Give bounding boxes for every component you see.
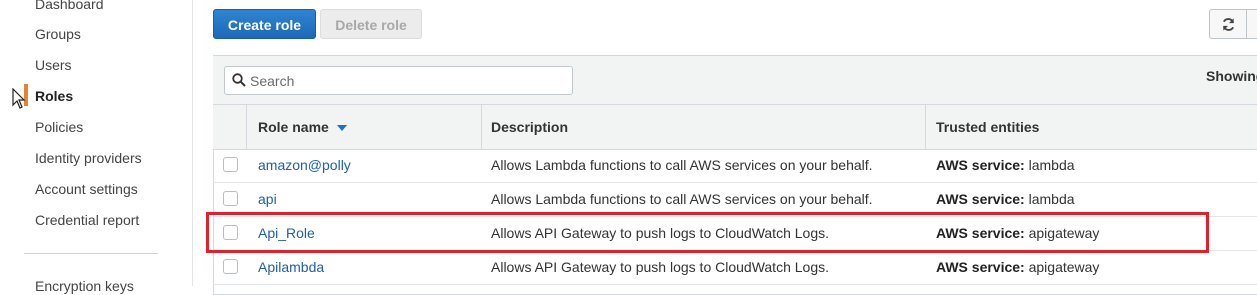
sidebar-nav: Dashboard Groups Users Roles Policies Id… (0, 0, 193, 294)
showing-count-label: Showing (1206, 68, 1257, 84)
role-name-link[interactable]: Apilambda (258, 251, 324, 284)
trusted-entity-value: lambda (1028, 191, 1075, 207)
sidebar-item-credential-report[interactable]: Credential report (35, 212, 139, 228)
sidebar-divider (24, 253, 158, 254)
trusted-entity-prefix: AWS service: (936, 259, 1025, 275)
column-divider (246, 105, 247, 149)
sidebar-item-roles[interactable]: Roles (35, 88, 73, 104)
role-description: Allows Lambda functions to call AWS serv… (491, 157, 873, 173)
column-header-trusted-entities[interactable]: Trusted entities (936, 105, 1039, 149)
settings-button[interactable] (1247, 9, 1257, 39)
create-role-button[interactable]: Create role (213, 9, 316, 39)
sidebar-item-identity-providers[interactable]: Identity providers (35, 150, 142, 166)
row-checkbox[interactable] (223, 157, 238, 172)
table-filter-bar: Showing (213, 56, 1257, 105)
row-checkbox[interactable] (223, 259, 238, 274)
table-row[interactable]: Apilambda Allows API Gateway to push log… (213, 251, 1257, 285)
trusted-entity-value: apigateway (1028, 225, 1100, 241)
row-checkbox[interactable] (223, 191, 238, 206)
sidebar-item-encryption-keys[interactable]: Encryption keys (35, 278, 134, 294)
column-divider (481, 105, 482, 149)
column-header-role-name-label: Role name (258, 119, 329, 135)
column-header-description[interactable]: Description (491, 105, 568, 149)
column-divider (925, 105, 926, 149)
refresh-button[interactable] (1209, 9, 1247, 39)
sidebar-item-users[interactable]: Users (35, 57, 72, 73)
trusted-entity-prefix: AWS service: (936, 225, 1025, 241)
table-header: Role name Description Trusted entities (213, 105, 1257, 150)
delete-role-button[interactable]: Delete role (320, 9, 422, 39)
table-row[interactable]: api Allows Lambda functions to call AWS … (213, 183, 1257, 217)
trusted-entity-value: apigateway (1028, 259, 1100, 275)
refresh-icon (1222, 18, 1235, 31)
role-name-link[interactable]: Api_Role (258, 217, 315, 250)
trusted-entity: AWS service: lambda (936, 183, 1075, 216)
sidebar-item-policies[interactable]: Policies (35, 119, 83, 135)
trusted-entity-prefix: AWS service: (936, 157, 1025, 173)
trusted-entity-prefix: AWS service: (936, 191, 1025, 207)
row-checkbox[interactable] (223, 225, 238, 240)
trusted-entity: AWS service: lambda (936, 149, 1075, 182)
sidebar-item-dashboard[interactable]: Dashboard (35, 0, 104, 12)
table-row[interactable]: Api_Role Allows API Gateway to push logs… (213, 217, 1257, 251)
mouse-cursor-icon (12, 88, 26, 109)
sort-descending-icon (336, 125, 347, 132)
search-input[interactable] (224, 66, 573, 95)
role-description: Allows Lambda functions to call AWS serv… (491, 191, 873, 207)
search-icon (232, 73, 246, 87)
sidebar-item-account-settings[interactable]: Account settings (35, 181, 138, 197)
role-name-link[interactable]: api (258, 183, 277, 216)
trusted-entity: AWS service: apigateway (936, 251, 1099, 284)
column-header-role-name[interactable]: Role name (258, 105, 347, 149)
trusted-entity: AWS service: apigateway (936, 217, 1099, 250)
role-name-link[interactable]: amazon@polly (258, 149, 351, 182)
trusted-entity-value: lambda (1028, 157, 1075, 173)
sidebar-item-groups[interactable]: Groups (35, 26, 81, 42)
role-description: Allows API Gateway to push logs to Cloud… (491, 225, 829, 241)
role-description: Allows API Gateway to push logs to Cloud… (491, 259, 829, 275)
table-row[interactable]: amazon@polly Allows Lambda functions to … (213, 149, 1257, 183)
